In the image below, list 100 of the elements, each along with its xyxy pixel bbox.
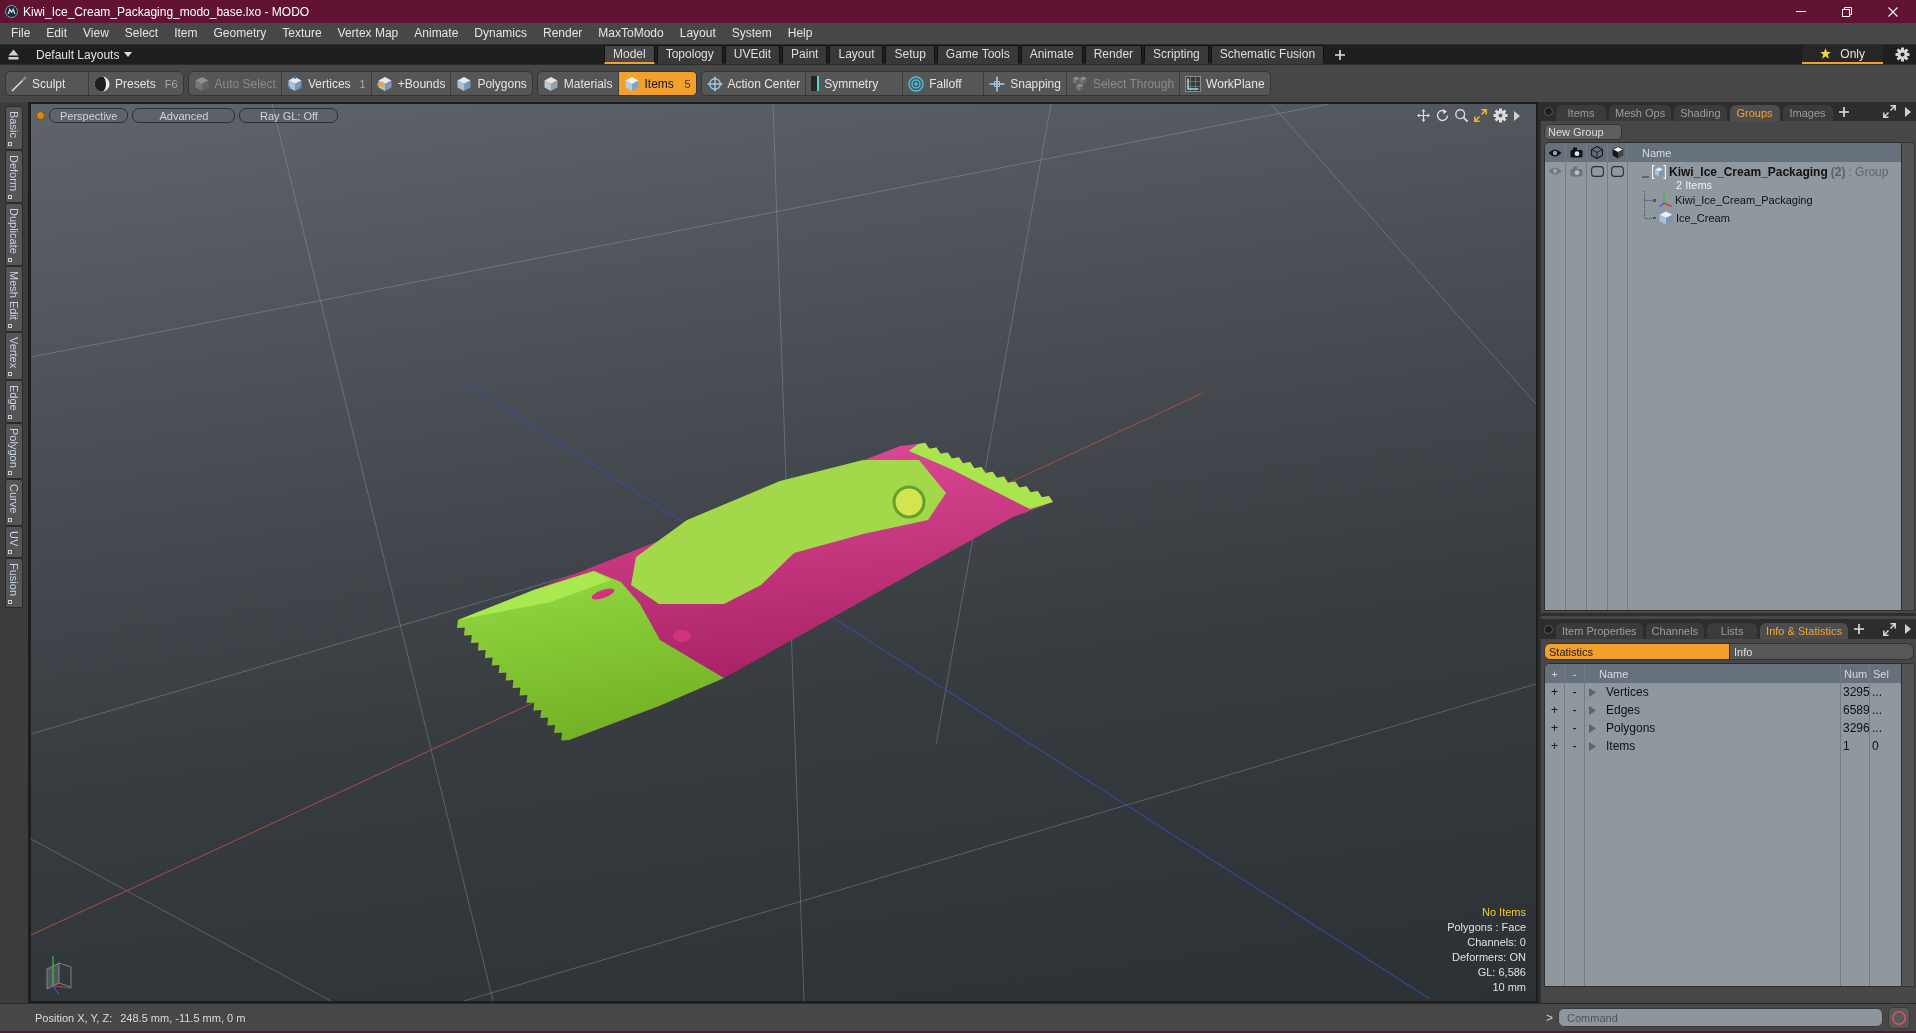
- side-tab[interactable]: Duplicate: [5, 202, 23, 266]
- subtab[interactable]: Statistics: [1544, 643, 1730, 660]
- cube-icon: [1659, 211, 1673, 225]
- layout-tab[interactable]: Animate: [1020, 45, 1083, 64]
- column-header[interactable]: -: [1572, 667, 1577, 680]
- layout-tab[interactable]: Schematic Fusion: [1210, 45, 1325, 64]
- side-tab[interactable]: Vertex: [5, 331, 23, 380]
- toolbar-button[interactable]: Falloff: [903, 72, 985, 95]
- toolbar-button[interactable]: Action Center: [701, 72, 807, 95]
- menu-item[interactable]: System: [723, 24, 780, 43]
- menu-item[interactable]: Select: [116, 24, 167, 43]
- side-tab[interactable]: Basic: [5, 106, 23, 150]
- subtab[interactable]: Info: [1730, 643, 1914, 660]
- viewport-tool-button[interactable]: [1474, 109, 1487, 122]
- viewport-option-button[interactable]: Advanced: [132, 108, 236, 123]
- layout-dropdown[interactable]: Default Layouts: [36, 47, 133, 62]
- square-icon: [8, 414, 12, 419]
- toolbar-button[interactable]: Sculpt: [6, 72, 89, 95]
- toolbar-button[interactable]: Materials: [537, 72, 619, 95]
- menu-item[interactable]: Help: [779, 24, 821, 43]
- layout-tab[interactable]: Paint: [782, 45, 828, 64]
- add-button[interactable]: +: [1551, 685, 1558, 699]
- menu-item[interactable]: File: [3, 24, 39, 43]
- column-header[interactable]: Name: [1599, 667, 1629, 680]
- scrollbar[interactable]: [1902, 142, 1915, 611]
- toolbar-button[interactable]: Polygons: [451, 72, 532, 95]
- remove-button[interactable]: -: [1572, 703, 1577, 717]
- column-header[interactable]: Num: [1844, 667, 1868, 680]
- command-field[interactable]: Command: [1558, 1008, 1883, 1027]
- layout-tab[interactable]: Setup: [885, 45, 935, 64]
- stat-name: Edges: [1606, 703, 1641, 717]
- side-tab[interactable]: UV: [5, 525, 23, 559]
- only-toggle[interactable]: Only: [1802, 45, 1883, 64]
- maximize-button[interactable]: [1880, 622, 1899, 636]
- layout-tab[interactable]: Game Tools: [936, 45, 1019, 64]
- viewport-tool-button[interactable]: [1493, 108, 1508, 123]
- menu-item[interactable]: Texture: [274, 24, 330, 43]
- record-button[interactable]: [1888, 1006, 1910, 1029]
- remove-button[interactable]: -: [1572, 685, 1577, 699]
- toolbar-button[interactable]: Presets F6: [89, 72, 183, 95]
- item-name[interactable]: Ice_Cream: [1676, 212, 1730, 224]
- viewport-tool-button[interactable]: [1417, 109, 1430, 122]
- side-tab[interactable]: Deform: [5, 149, 23, 203]
- layout-tab[interactable]: Topology: [656, 45, 723, 64]
- viewport-option-button[interactable]: Perspective: [49, 108, 129, 123]
- menu-item[interactable]: Animate: [406, 24, 467, 43]
- toolbar-button[interactable]: Symmetry: [806, 72, 904, 95]
- toolbar-button[interactable]: +Bounds: [371, 72, 452, 95]
- menu-item[interactable]: Dynamics: [466, 24, 535, 43]
- panel-tab[interactable]: Channels: [1645, 623, 1705, 639]
- layout-tab[interactable]: UVEdit: [724, 45, 781, 64]
- panel-tab[interactable]: Lists: [1707, 623, 1758, 639]
- maximize-button[interactable]: [1880, 105, 1899, 118]
- menu-item[interactable]: Vertex Map: [329, 24, 407, 43]
- panel-tab[interactable]: Shading: [1674, 105, 1727, 121]
- scrollbar[interactable]: [1902, 663, 1915, 987]
- panel-tab[interactable]: Items: [1556, 105, 1606, 121]
- add-button[interactable]: +: [1551, 721, 1558, 735]
- menu-item[interactable]: Edit: [38, 24, 76, 43]
- menu-item[interactable]: View: [75, 24, 117, 43]
- side-tab[interactable]: Mesh Edit: [5, 265, 23, 332]
- add-button[interactable]: +: [1551, 703, 1558, 717]
- item-name[interactable]: Kiwi_Ice_Cream_Packaging: [1675, 194, 1813, 206]
- panel-tab[interactable]: Mesh Ops: [1609, 105, 1672, 121]
- selected-count: ...: [1872, 685, 1882, 699]
- viewport-info-text: 10 mm: [1492, 980, 1526, 995]
- panel-tab[interactable]: Info & Statistics: [1760, 623, 1848, 639]
- layout-tab[interactable]: Model: [604, 45, 655, 64]
- layout-tab[interactable]: Render: [1084, 45, 1143, 64]
- panel-tab[interactable]: Groups: [1729, 105, 1780, 121]
- toolbar-button[interactable]: Vertices 1: [281, 72, 372, 95]
- layout-tab[interactable]: Layout: [829, 45, 884, 64]
- toolbar-button[interactable]: Snapping: [984, 72, 1067, 95]
- layout-tab[interactable]: Scripting: [1144, 45, 1209, 64]
- column-header[interactable]: Name: [1642, 146, 1672, 159]
- group-name[interactable]: Kiwi_Ice_Cream_Packaging: [1669, 164, 1828, 179]
- side-tab[interactable]: Fusion: [5, 558, 23, 609]
- menu-item[interactable]: Layout: [671, 24, 724, 43]
- menu-item[interactable]: Item: [166, 24, 206, 43]
- viewport-tool-button[interactable]: [1455, 109, 1468, 122]
- toolbar-button[interactable]: WorkPlane: [1180, 72, 1270, 95]
- viewport-tool-button[interactable]: [1436, 109, 1449, 122]
- menu-item[interactable]: MaxToModo: [590, 24, 672, 43]
- panel-tab[interactable]: Item Properties: [1556, 623, 1643, 639]
- side-tab[interactable]: Polygon: [5, 422, 23, 480]
- column-header[interactable]: Sel: [1873, 667, 1889, 680]
- viewport-option-button[interactable]: Ray GL: Off: [239, 108, 339, 123]
- panel-tab[interactable]: Images: [1782, 105, 1833, 121]
- new-group-button[interactable]: New Group: [1544, 124, 1622, 140]
- add-button[interactable]: +: [1551, 739, 1558, 753]
- remove-button[interactable]: -: [1572, 721, 1577, 735]
- settings-button[interactable]: [1895, 47, 1910, 62]
- column-header[interactable]: +: [1551, 667, 1558, 680]
- side-tab[interactable]: Edge: [5, 379, 23, 423]
- side-tab[interactable]: Curve: [5, 479, 23, 526]
- toolbar-button[interactable]: Items 5: [618, 72, 696, 95]
- remove-button[interactable]: -: [1572, 739, 1577, 753]
- menu-item[interactable]: Render: [535, 24, 591, 43]
- viewport-tool-button[interactable]: [1514, 110, 1520, 121]
- menu-item[interactable]: Geometry: [205, 24, 275, 43]
